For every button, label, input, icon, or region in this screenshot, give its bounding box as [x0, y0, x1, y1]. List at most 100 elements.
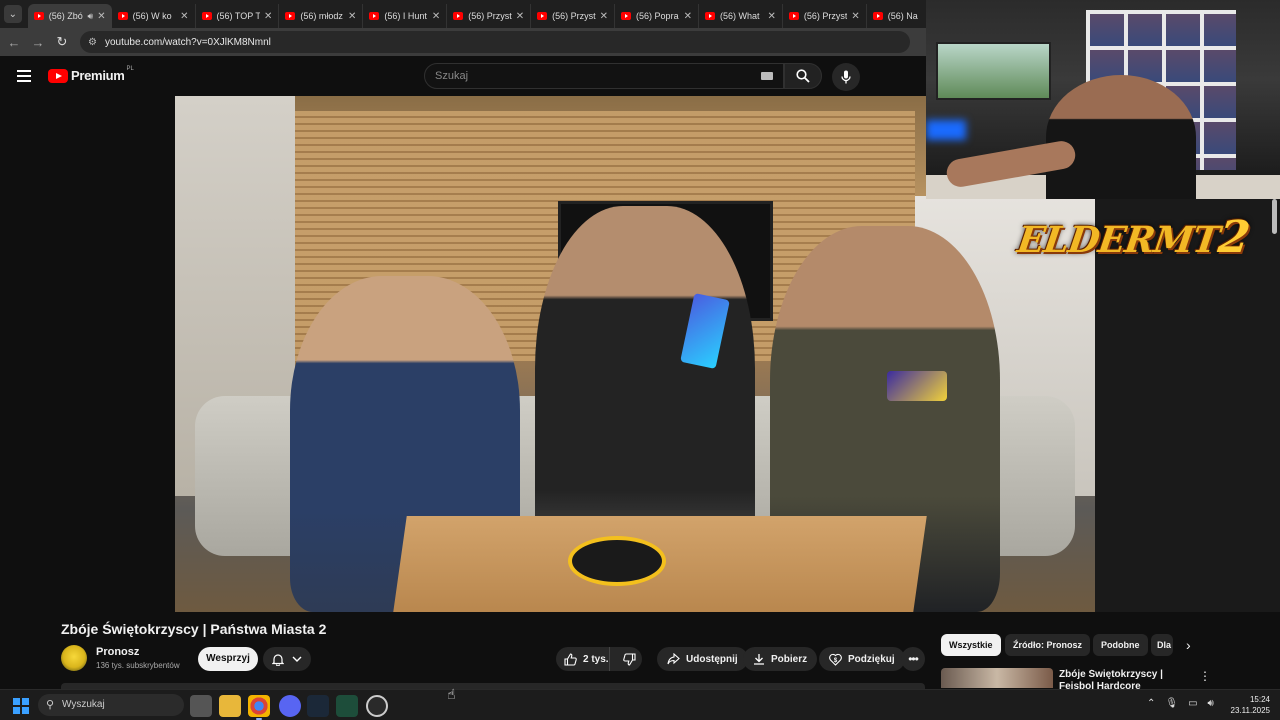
app-icon[interactable]	[336, 695, 358, 717]
forward-arrow-icon[interactable]: →	[26, 35, 50, 50]
chip-for-you[interactable]: Dla	[1151, 634, 1173, 656]
thumbs-down-icon	[622, 652, 636, 666]
browser-tab[interactable]: (56) W ko ✕	[112, 4, 196, 28]
dislike-button[interactable]	[616, 647, 642, 671]
search-icon: ⚲	[46, 699, 55, 711]
chip-all[interactable]: Wszystkie	[941, 634, 1001, 656]
thanks-label: Podziękuj	[848, 653, 895, 665]
download-button[interactable]: Pobierz	[743, 647, 818, 671]
chevron-right-icon[interactable]: ›	[1186, 637, 1191, 653]
url-field[interactable]: ⚙︎ youtube.com/watch?v=0XJlKM8Nmnl	[80, 31, 910, 53]
browser-tab[interactable]: (56) Zbó 🔊︎ ✕	[27, 4, 112, 28]
browser-tab[interactable]: (56) Przyst ✕	[447, 4, 532, 28]
thumbs-up-icon	[564, 652, 577, 666]
task-view-icon[interactable]	[190, 695, 212, 717]
bell-icon	[272, 653, 284, 666]
tab-label: (56) Zbó	[48, 11, 83, 21]
chrome-icon[interactable]	[248, 695, 270, 720]
like-button[interactable]: 2 tys.	[556, 647, 611, 671]
tab-close-icon[interactable]: ✕	[348, 11, 356, 22]
youtube-logo[interactable]: Premium PL	[48, 66, 134, 83]
menu-icon[interactable]	[17, 70, 31, 82]
tab-close-icon[interactable]: ✕	[684, 11, 692, 22]
recommendation-title[interactable]: Zbóje Świętokrzyscy | Fejsbol Hardcore	[1059, 669, 1189, 689]
obs-icon[interactable]	[366, 695, 388, 717]
support-button[interactable]: Wesprzyj	[198, 647, 258, 671]
search-button[interactable]	[784, 63, 822, 89]
video-game-toy	[568, 536, 666, 586]
search-input[interactable]: Szukaj	[424, 63, 784, 89]
file-explorer-icon[interactable]	[219, 695, 241, 717]
microphone-icon	[841, 70, 851, 84]
speaker-icon[interactable]: 🔊︎	[88, 11, 94, 22]
tab-close-icon[interactable]: ✕	[767, 11, 775, 22]
browser-tab[interactable]: (56) młodz ✕	[279, 4, 364, 28]
discord-icon[interactable]	[279, 695, 301, 717]
tab-close-icon[interactable]: ✕	[851, 11, 859, 22]
tab-close-icon[interactable]: ✕	[432, 11, 440, 22]
chip-source[interactable]: Źródło: Pronosz	[1005, 634, 1090, 656]
tab-close-icon[interactable]: ✕	[264, 11, 272, 22]
recommendation-thumbnail[interactable]	[941, 668, 1053, 688]
browser-tab[interactable]: (56) Na	[867, 4, 926, 28]
youtube-favicon-icon	[201, 12, 212, 20]
browser-tab[interactable]: (56) Popra ✕	[615, 4, 699, 28]
tab-label: (56) TOP T	[216, 11, 261, 21]
tab-label: (56) Popra	[636, 11, 679, 21]
volume-icon[interactable]: 🔊︎	[1208, 698, 1214, 709]
tab-label: (56) Przyst	[468, 11, 512, 21]
youtube-favicon-icon	[704, 12, 715, 20]
more-actions-icon[interactable]: •••	[901, 647, 925, 671]
youtube-favicon-icon	[788, 12, 799, 20]
more-vertical-icon[interactable]: ⋮	[1199, 669, 1211, 683]
logo-text: ELDERMT	[1014, 219, 1222, 261]
steam-icon[interactable]	[307, 695, 329, 717]
browser-tab[interactable]: (56) Przyst ✕	[783, 4, 867, 28]
taskbar: ⚲ Wyszukaj ⌃ 🎙︎ ▭ 🔊︎ 15:24 23.11.2025	[0, 689, 1280, 720]
youtube-favicon-icon	[453, 12, 464, 20]
browser-tab[interactable]: (56) What ✕	[699, 4, 783, 28]
reload-icon[interactable]: ↻	[50, 34, 74, 50]
browser-tab[interactable]: (56) I Hunt ✕	[363, 4, 448, 28]
youtube-favicon-icon	[117, 12, 128, 20]
url-text: youtube.com/watch?v=0XJlKM8Nmnl	[104, 36, 271, 48]
webcam-streamer	[1046, 75, 1196, 199]
tab-close-icon[interactable]: ✕	[97, 11, 105, 22]
site-info-icon[interactable]: ⚙︎	[88, 37, 97, 48]
youtube-favicon-icon	[621, 12, 632, 20]
taskbar-search-input[interactable]: ⚲ Wyszukaj	[38, 694, 184, 716]
super-thanks-icon: $	[829, 653, 842, 666]
search-icon	[796, 69, 810, 83]
webcam-light	[926, 120, 966, 140]
tray-chevron-up-icon[interactable]: ⌃	[1147, 698, 1155, 709]
channel-name[interactable]: Pronosz	[96, 646, 139, 658]
network-icon[interactable]: ▭	[1188, 698, 1197, 709]
tab-label: (56) I Hunt	[384, 11, 427, 21]
browser-tab[interactable]: (56) TOP T ✕	[196, 4, 280, 28]
channel-avatar[interactable]	[61, 645, 87, 671]
back-arrow-icon[interactable]: ←	[2, 35, 26, 50]
tab-close-icon[interactable]: ✕	[180, 11, 188, 22]
video-title: Zbóje Świętokrzyscy | Państwa Miasta 2	[61, 621, 327, 637]
keyboard-icon[interactable]	[761, 72, 773, 80]
microphone-icon[interactable]: 🎙︎	[1165, 698, 1178, 709]
tab-search-chevron-icon[interactable]: ⌄	[4, 5, 22, 23]
youtube-play-icon	[48, 68, 68, 83]
tab-close-icon[interactable]: ✕	[516, 11, 524, 22]
webcam-aquarium	[936, 42, 1051, 100]
system-tray: ⌃ 🎙︎ ▭ 🔊︎	[1147, 698, 1214, 709]
chip-similar[interactable]: Podobne	[1093, 634, 1148, 656]
share-label: Udostępnij	[686, 653, 738, 665]
voice-search-button[interactable]	[832, 63, 860, 91]
scrollbar-thumb[interactable]	[1272, 199, 1277, 234]
share-button[interactable]: Udostępnij	[657, 647, 748, 671]
browser-tab[interactable]: (56) Przyst ✕	[531, 4, 616, 28]
notification-button[interactable]	[263, 647, 311, 671]
thanks-button[interactable]: $ Podziękuj	[819, 647, 905, 671]
windows-start-icon[interactable]	[13, 698, 29, 714]
tab-close-icon[interactable]: ✕	[600, 11, 608, 22]
share-icon	[667, 653, 680, 665]
taskbar-clock[interactable]: 15:24 23.11.2025	[1228, 694, 1270, 716]
logo-wordmark: Premium	[71, 68, 125, 83]
like-count: 2 tys.	[583, 653, 609, 665]
